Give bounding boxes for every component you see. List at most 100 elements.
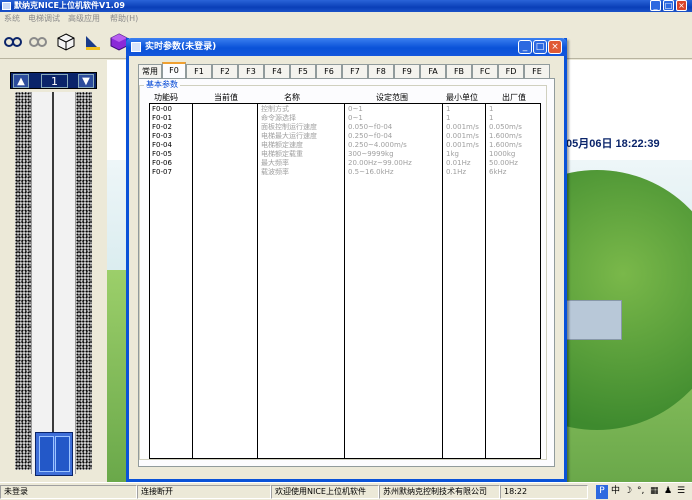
table-row[interactable]: F0-03 电梯最大运行速度 0.250~f0-04 0.001m/s 1.600m/s <box>150 132 540 141</box>
cell-range: 0~1 <box>348 105 363 113</box>
col-header-value: 当前值 <box>214 93 238 102</box>
group-label: 基本参数 <box>144 80 180 90</box>
table-row[interactable]: F0-04 电梯额定速度 0.250~4.000m/s 0.001m/s 1.600m/… <box>150 141 540 150</box>
table-row[interactable]: F0-01 命令源选择 0~1 1 1 <box>150 114 540 123</box>
dialog-title-bar[interactable]: 实时参数(未登录) _ □ × <box>126 38 567 56</box>
cell-unit: 0.001m/s <box>446 123 479 131</box>
tab-f8[interactable]: F8 <box>368 64 394 78</box>
tab-f1[interactable]: F1 <box>186 64 212 78</box>
cell-range: 20.00Hz~99.00Hz <box>348 159 412 167</box>
tab-fe[interactable]: FE <box>524 64 550 78</box>
cell-name: 最大频率 <box>261 159 289 167</box>
welcome-text: 欢迎使用NICE上位机软件 <box>271 485 379 499</box>
cell-code: F0-02 <box>152 123 172 131</box>
tab-f4[interactable]: F4 <box>264 64 290 78</box>
cell-range: 0.050~f0-04 <box>348 123 393 131</box>
param-table[interactable]: F0-00 控制方式 0~1 1 1 F0-01 命令源选择 0~1 1 1 F0-02 面板控制运行… <box>149 103 541 459</box>
cell-unit: 0.001m/s <box>446 141 479 149</box>
login-status: 未登录 <box>0 485 137 499</box>
col-header-name: 名称 <box>284 93 300 102</box>
cell-code: F0-00 <box>152 105 172 113</box>
cell-range: 300~9999kg <box>348 150 394 158</box>
menu-elevator-debug[interactable]: 电梯调试 <box>28 13 60 24</box>
ime-punct-icon[interactable]: °, <box>637 485 644 499</box>
ime-moon-icon[interactable]: ☽ <box>624 485 632 499</box>
tab-f0[interactable]: F0 <box>162 62 186 78</box>
left-shaft-wall <box>15 92 31 470</box>
down-arrow-button[interactable]: ▼ <box>78 74 94 88</box>
close-button[interactable]: × <box>676 0 687 11</box>
ime-menu-icon[interactable]: ☰ <box>677 485 685 499</box>
menu-system[interactable]: 系统 <box>4 13 20 24</box>
cell-default: 1.600m/s <box>489 141 522 149</box>
menu-advanced[interactable]: 高级应用 <box>68 13 100 24</box>
table-row[interactable]: F0-02 面板控制运行速度 0.050~f0-04 0.001m/s 0.050m/s <box>150 123 540 132</box>
col-header-range: 设定范围 <box>376 93 408 102</box>
cell-name: 电梯最大运行速度 <box>261 132 317 140</box>
menu-bar: 系统 电梯调试 高级应用 帮助(H) <box>0 12 692 25</box>
tab-f3[interactable]: F3 <box>238 64 264 78</box>
table-row[interactable]: F0-07 载波频率 0.5~16.0kHz 0.1Hz 6kHz <box>150 168 540 177</box>
cell-default: 1000kg <box>489 150 516 158</box>
maximize-button[interactable]: □ <box>663 0 674 11</box>
tab-f9[interactable]: F9 <box>394 64 420 78</box>
col-header-code: 功能码 <box>154 93 178 102</box>
cell-code: F0-03 <box>152 132 172 140</box>
chart-icon[interactable] <box>82 31 104 53</box>
minimize-button[interactable]: _ <box>650 0 661 11</box>
chain-link-icon[interactable] <box>2 31 24 53</box>
package-icon[interactable] <box>55 31 77 53</box>
cell-code: F0-07 <box>152 168 172 176</box>
cell-unit: 1kg <box>446 150 459 158</box>
menu-help[interactable]: 帮助(H) <box>110 13 138 24</box>
tab-f7[interactable]: F7 <box>342 64 368 78</box>
cell-default: 6kHz <box>489 168 507 176</box>
dialog-maximize-button[interactable]: □ <box>533 40 547 54</box>
tab-fd[interactable]: FD <box>498 64 524 78</box>
col-header-default: 出厂值 <box>502 93 526 102</box>
table-row[interactable]: F0-06 最大频率 20.00Hz~99.00Hz 0.01Hz 50.00Hz <box>150 159 540 168</box>
ime-logo-icon[interactable]: P <box>596 485 608 499</box>
col-header-unit: 最小单位 <box>446 93 478 102</box>
elevator-cable <box>52 92 54 432</box>
cell-default: 1 <box>489 114 494 122</box>
cell-unit: 0.1Hz <box>446 168 467 176</box>
up-arrow-button[interactable]: ▲ <box>13 74 29 88</box>
cell-code: F0-06 <box>152 159 172 167</box>
app-title: 默纳克NICE上位机软件V1.09 <box>14 1 125 10</box>
disconnect-icon[interactable] <box>27 31 49 53</box>
dialog-close-button[interactable]: × <box>548 40 562 54</box>
ime-chinese[interactable]: 中 <box>611 485 620 499</box>
background-building <box>562 300 622 340</box>
cell-default: 50.00Hz <box>489 159 518 167</box>
cell-name: 命令源选择 <box>261 114 296 122</box>
cell-code: F0-01 <box>152 114 172 122</box>
tab-f2[interactable]: F2 <box>212 64 238 78</box>
table-row[interactable]: F0-05 电梯额定载重 300~9999kg 1kg 1000kg <box>150 150 540 159</box>
datetime-display: 05月06日 18:22:39 <box>566 138 660 150</box>
tab-f6[interactable]: F6 <box>316 64 342 78</box>
floor-indicator: ▲ 1 ▼ <box>10 72 97 89</box>
cell-name: 面板控制运行速度 <box>261 123 317 131</box>
tab-common[interactable]: 常用 <box>138 64 162 78</box>
tab-fa[interactable]: FA <box>420 64 446 78</box>
floor-number: 1 <box>41 74 68 88</box>
cell-default: 0.050m/s <box>489 123 522 131</box>
right-shaft-wall <box>76 92 92 470</box>
basic-params-group: 基本参数 功能码 当前值 名称 设定范围 最小单位 出厂值 F0-00 控制方式 0… <box>139 80 547 460</box>
tab-fb[interactable]: FB <box>446 64 472 78</box>
cell-unit: 0.001m/s <box>446 132 479 140</box>
ime-keyboard-icon[interactable]: ▦ <box>650 485 659 499</box>
table-row[interactable]: F0-00 控制方式 0~1 1 1 <box>150 105 540 114</box>
elevator-panel: ▲ 1 ▼ <box>0 60 107 482</box>
cell-name: 载波频率 <box>261 168 289 176</box>
dialog-minimize-button[interactable]: _ <box>518 40 532 54</box>
cell-range: 0.250~4.000m/s <box>348 141 407 149</box>
ime-user-icon[interactable]: ♟ <box>664 485 672 499</box>
cabin-door-left <box>39 436 54 472</box>
company-text: 苏州默纳克控制技术有限公司 <box>379 485 500 499</box>
realtime-params-dialog: 实时参数(未登录) _ □ × 常用 F0 F1 F2 F3 F4 F5 F6 … <box>126 38 567 482</box>
app-title-bar[interactable]: 默纳克NICE上位机软件V1.09 _ □ × <box>0 0 692 12</box>
tab-fc[interactable]: FC <box>472 64 498 78</box>
tab-f5[interactable]: F5 <box>290 64 316 78</box>
